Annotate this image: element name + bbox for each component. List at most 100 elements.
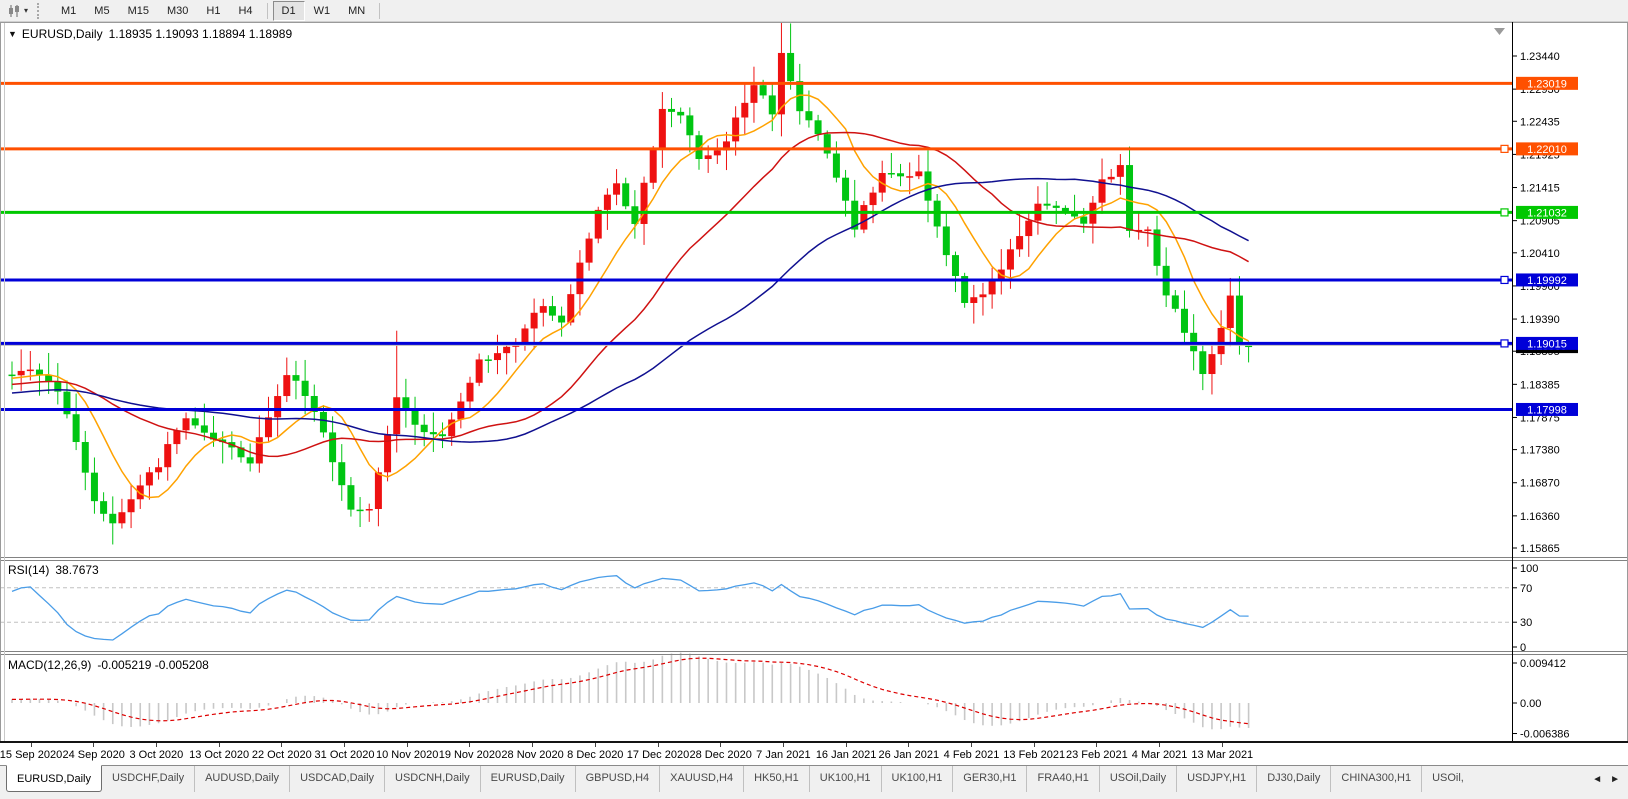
date-tick <box>1034 743 1035 747</box>
candle-body <box>27 370 34 372</box>
macd-tick-label: 0.009412 <box>1520 658 1566 670</box>
timeframe-button-m5[interactable]: M5 <box>85 1 118 21</box>
candle-body <box>109 514 116 524</box>
symbol-dropdown-triangle-icon[interactable]: ▼ <box>8 29 17 39</box>
hline-handle[interactable] <box>1501 340 1508 347</box>
candle-body <box>925 171 932 200</box>
date-label: 28 Nov 2020 <box>501 749 563 761</box>
timeframe-button-m30[interactable]: M30 <box>158 1 197 21</box>
candle-body <box>347 485 354 509</box>
candle-body <box>860 205 867 230</box>
hline-price-label-text: 1.23019 <box>1527 78 1567 90</box>
price-tick-label: 1.23440 <box>1520 51 1560 63</box>
date-label: 13 Oct 2020 <box>189 749 249 761</box>
candle-body <box>412 410 419 425</box>
symbol-tab-audusddaily-2[interactable]: AUDUSD,Daily <box>194 766 289 792</box>
symbol-tab-usoil-17[interactable]: USOil, <box>1421 766 1474 792</box>
candle-body <box>128 499 135 512</box>
timeframe-button-mn[interactable]: MN <box>339 1 374 21</box>
candle-body <box>815 120 822 134</box>
symbol-tab-xauusdh4-7[interactable]: XAUUSD,H4 <box>659 766 743 792</box>
candle-body <box>155 467 162 472</box>
chart-type-dropdown[interactable]: ▾ <box>4 3 31 19</box>
price-tick-label: 1.16360 <box>1520 511 1560 523</box>
candle-body <box>1144 229 1151 231</box>
candle-body <box>888 173 895 175</box>
hline-handle[interactable] <box>1501 209 1508 216</box>
candle-body <box>540 306 547 313</box>
candle-body <box>164 444 171 467</box>
symbol-tab-uk100h1-9[interactable]: UK100,H1 <box>809 766 881 792</box>
candle-body <box>375 472 382 509</box>
hline-handle[interactable] <box>1501 276 1508 283</box>
candle-body <box>1044 204 1051 206</box>
symbol-tab-usdjpyh1-14[interactable]: USDJPY,H1 <box>1176 766 1256 792</box>
chart-plot-area[interactable] <box>0 22 1628 741</box>
timeframe-button-m15[interactable]: M15 <box>119 1 158 21</box>
symbol-tab-eurusddaily-0[interactable]: EURUSD,Daily <box>6 765 102 792</box>
hline-price-label-text: 1.19992 <box>1527 275 1567 287</box>
date-label: 15 Sep 2020 <box>0 749 62 761</box>
date-axis[interactable]: 15 Sep 202024 Sep 20203 Oct 202013 Oct 2… <box>0 741 1628 765</box>
candle-body <box>1080 217 1087 224</box>
symbol-tab-usdcnhdaily-4[interactable]: USDCNH,Daily <box>384 766 480 792</box>
candle-body <box>1218 328 1225 354</box>
candle-body <box>467 383 474 402</box>
rsi-tick-label: 30 <box>1520 617 1532 629</box>
toolbar-drag-handle[interactable] <box>37 3 44 19</box>
price-tick-label: 1.17380 <box>1520 445 1560 457</box>
symbol-tab-hk50h1-8[interactable]: HK50,H1 <box>743 766 809 792</box>
timeframe-button-w1[interactable]: W1 <box>305 1 340 21</box>
scroll-right-icon[interactable]: ► <box>1610 774 1620 785</box>
symbol-tab-gbpusdh4-6[interactable]: GBPUSD,H4 <box>575 766 660 792</box>
rsi-tick-label: 0 <box>1520 642 1526 654</box>
date-tick <box>156 743 157 747</box>
candle-body <box>622 183 629 206</box>
symbol-tab-usoildaily-13[interactable]: USOil,Daily <box>1099 766 1176 792</box>
price-tick-label: 1.18385 <box>1520 379 1560 391</box>
candle-body <box>549 306 556 316</box>
toolbar-separator <box>379 3 380 19</box>
macd-tick-label: 0.00 <box>1520 698 1541 710</box>
candle-body <box>430 432 437 434</box>
date-label: 13 Mar 2021 <box>1191 749 1253 761</box>
hline-handle[interactable] <box>1501 145 1508 152</box>
candle-body <box>384 434 391 472</box>
symbol-tab-fra40h1-12[interactable]: FRA40,H1 <box>1026 766 1098 792</box>
symbol-tab-ger30h1-11[interactable]: GER30,H1 <box>952 766 1026 792</box>
candle-body <box>1126 165 1133 231</box>
candle-body <box>439 434 446 436</box>
price-tick-label: 1.22435 <box>1520 116 1560 128</box>
symbol-tab-usdcaddaily-3[interactable]: USDCAD,Daily <box>289 766 384 792</box>
candle-body <box>302 381 309 396</box>
symbol-tab-china300h1-16[interactable]: CHINA300,H1 <box>1330 766 1421 792</box>
date-label: 13 Feb 2021 <box>1003 749 1065 761</box>
scroll-left-icon[interactable]: ◄ <box>1592 774 1602 785</box>
timeframe-button-h1[interactable]: H1 <box>197 1 229 21</box>
candle-body <box>1007 249 1014 269</box>
date-label: 4 Feb 2021 <box>944 749 1000 761</box>
symbol-tab-uk100h1-10[interactable]: UK100,H1 <box>881 766 953 792</box>
price-tick-label: 1.21415 <box>1520 183 1560 195</box>
timeframe-button-h4[interactable]: H4 <box>229 1 261 21</box>
candle-body <box>100 501 107 514</box>
symbol-tab-eurusddaily-5[interactable]: EURUSD,Daily <box>480 766 575 792</box>
date-tick <box>846 743 847 747</box>
date-tick <box>407 743 408 747</box>
date-label: 24 Sep 2020 <box>62 749 124 761</box>
candle-body <box>613 183 620 194</box>
symbol-tab-bar: EURUSD,DailyUSDCHF,DailyAUDUSD,DailyUSDC… <box>0 765 1628 792</box>
hline-price-label-text: 1.19015 <box>1527 338 1567 350</box>
timeframe-button-m1[interactable]: M1 <box>52 1 85 21</box>
date-label: 23 Feb 2021 <box>1066 749 1128 761</box>
candle-body <box>1227 296 1234 328</box>
candle-body <box>146 472 153 485</box>
date-label: 16 Jan 2021 <box>816 749 877 761</box>
rsi-value: 38.7673 <box>55 563 98 577</box>
candle-body <box>256 437 263 463</box>
date-label: 28 Dec 2020 <box>689 749 751 761</box>
symbol-tab-dj30daily-15[interactable]: DJ30,Daily <box>1256 766 1330 792</box>
symbol-tab-usdchfdaily-1[interactable]: USDCHF,Daily <box>102 766 194 792</box>
timeframe-button-d1[interactable]: D1 <box>273 1 305 21</box>
macd-indicator-label: MACD(12,26,9)-0.005219 -0.005208 <box>8 658 209 672</box>
